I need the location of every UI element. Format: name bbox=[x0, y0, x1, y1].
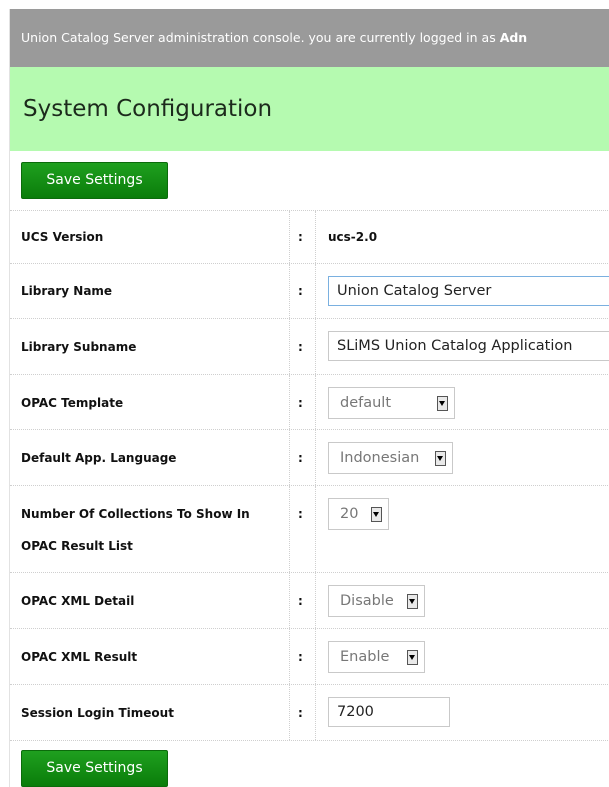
row-library-subname: Library Subname : SLiMS Union Catalog Ap… bbox=[10, 319, 609, 375]
row-opac-xml-result: OPAC XML Result : Enable bbox=[10, 629, 609, 685]
save-settings-button-bottom[interactable]: Save Settings bbox=[21, 750, 168, 787]
ucs-version-value: ucs-2.0 bbox=[328, 230, 378, 244]
bottom-button-row: Save Settings bbox=[10, 741, 609, 787]
num-collections-selected: 20 bbox=[340, 506, 359, 522]
row-session-timeout: Session Login Timeout : 7200 bbox=[10, 685, 609, 741]
row-default-language: Default App. Language : Indonesian bbox=[10, 430, 609, 486]
chevron-down-icon bbox=[407, 649, 418, 665]
colon: : bbox=[298, 284, 303, 298]
library-subname-label: Library Subname bbox=[21, 340, 137, 354]
colon: : bbox=[298, 706, 303, 720]
console-text: Union Catalog Server administration cons… bbox=[21, 30, 500, 45]
chevron-down-icon bbox=[437, 395, 448, 411]
colon: : bbox=[298, 396, 303, 410]
ucs-version-label: UCS Version bbox=[21, 230, 104, 244]
opac-template-selected: default bbox=[340, 395, 392, 411]
page: Union Catalog Server administration cons… bbox=[9, 9, 609, 787]
opac-xml-result-selected: Enable bbox=[340, 649, 390, 665]
opac-template-label: OPAC Template bbox=[21, 396, 124, 410]
row-ucs-version: UCS Version : ucs-2.0 bbox=[10, 211, 609, 264]
colon: : bbox=[298, 340, 303, 354]
row-num-collections: Number Of Collections To Show In OPAC Re… bbox=[10, 486, 609, 573]
title-bar: System Configuration bbox=[10, 67, 609, 151]
library-name-input[interactable]: Union Catalog Server bbox=[328, 276, 609, 306]
page-title: System Configuration bbox=[23, 96, 273, 122]
save-settings-button-top[interactable]: Save Settings bbox=[21, 162, 168, 199]
opac-template-select[interactable]: default bbox=[328, 387, 455, 419]
colon: : bbox=[298, 594, 303, 608]
default-language-selected: Indonesian bbox=[340, 450, 420, 466]
library-name-label: Library Name bbox=[21, 284, 113, 298]
chevron-down-icon bbox=[371, 506, 382, 522]
session-timeout-input[interactable]: 7200 bbox=[328, 697, 450, 727]
top-button-row: Save Settings bbox=[10, 151, 609, 211]
logged-in-user: Adn bbox=[499, 30, 528, 45]
opac-xml-detail-select[interactable]: Disable bbox=[328, 585, 425, 617]
colon: : bbox=[298, 650, 303, 664]
opac-xml-detail-label: OPAC XML Detail bbox=[21, 594, 135, 608]
default-language-label: Default App. Language bbox=[21, 451, 177, 465]
num-collections-label: Number Of Collections To Show In OPAC Re… bbox=[21, 507, 250, 553]
admin-console-bar: Union Catalog Server administration cons… bbox=[10, 9, 609, 67]
row-opac-template: OPAC Template : default bbox=[10, 375, 609, 430]
colon: : bbox=[298, 230, 303, 244]
num-collections-select[interactable]: 20 bbox=[328, 498, 389, 530]
row-opac-xml-detail: OPAC XML Detail : Disable bbox=[10, 573, 609, 629]
library-subname-input[interactable]: SLiMS Union Catalog Application bbox=[328, 331, 609, 361]
colon: : bbox=[298, 507, 303, 521]
opac-xml-result-select[interactable]: Enable bbox=[328, 641, 425, 673]
row-library-name: Library Name : Union Catalog Server bbox=[10, 264, 609, 319]
colon: : bbox=[298, 451, 303, 465]
session-timeout-label: Session Login Timeout bbox=[21, 706, 174, 720]
chevron-down-icon bbox=[435, 450, 446, 466]
default-language-select[interactable]: Indonesian bbox=[328, 442, 453, 474]
opac-xml-detail-selected: Disable bbox=[340, 593, 394, 609]
opac-xml-result-label: OPAC XML Result bbox=[21, 650, 138, 664]
chevron-down-icon bbox=[407, 593, 418, 609]
